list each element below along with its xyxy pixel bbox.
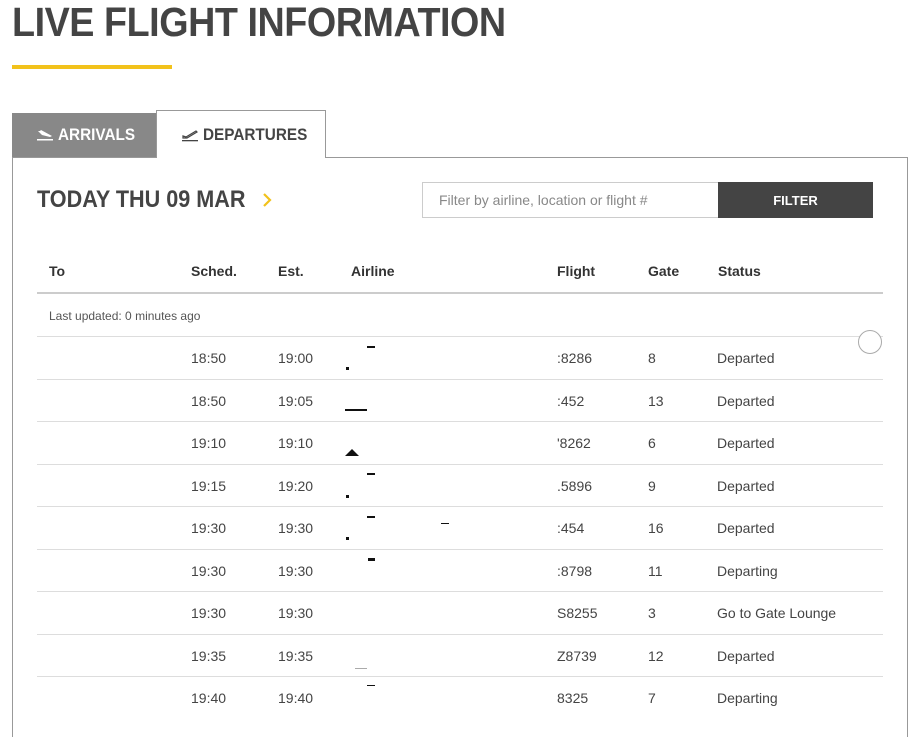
cell-sched: 19:15: [191, 477, 227, 494]
cell-gate: 16: [648, 520, 664, 536]
cell-status: Departed: [717, 520, 775, 536]
cell-est: 19:30: [278, 562, 314, 579]
cell-sched: 19:35: [191, 647, 227, 664]
flight-tabs: ARRIVALS DEPARTURES: [12, 110, 911, 158]
page-title: LIVE FLIGHT INFORMATION: [12, 0, 506, 45]
col-status: Status: [718, 263, 761, 279]
airline-logo: [341, 384, 541, 418]
cell-gate: 11: [648, 562, 663, 579]
table-header: To Sched. Est. Airline Flight Gate Statu…: [37, 250, 883, 294]
airline-logo: [341, 511, 541, 545]
date-heading[interactable]: TODAY THU 09 MAR: [37, 186, 273, 214]
cell-sched: 18:50: [191, 350, 227, 366]
filter-button[interactable]: FILTER: [718, 182, 873, 218]
cell-flight: :8286: [557, 350, 593, 366]
table-row[interactable]: 19:30 19:30 S8255 3 Go to Gate Lounge: [37, 591, 883, 634]
cell-est: 19:40: [278, 690, 314, 706]
cell-gate: 8: [648, 350, 656, 366]
table-row[interactable]: 19:35 19:35 Z8739 12 Departed: [37, 633, 883, 677]
airline-logo: [341, 596, 541, 630]
cell-est: 19:35: [278, 647, 314, 664]
last-updated: Last updated: 0 minutes ago: [49, 309, 201, 323]
chevron-right-icon[interactable]: [261, 191, 273, 209]
col-to: To: [49, 263, 66, 279]
tab-arrivals[interactable]: ARRIVALS: [12, 113, 157, 157]
airline-logo: [341, 554, 541, 588]
search-input[interactable]: [422, 182, 718, 218]
cell-est: 19:30: [278, 520, 314, 536]
cell-flight: :8798: [557, 562, 593, 579]
flights-table: 18:50 19:00 :8286 8 Departed 18:50 19:05…: [37, 336, 883, 719]
cell-status: Departed: [717, 647, 775, 664]
tab-departures[interactable]: DEPARTURES: [156, 110, 326, 158]
airline-logo: [341, 681, 541, 715]
scroll-indicator[interactable]: [858, 330, 882, 354]
airline-logo: [341, 426, 541, 460]
table-row[interactable]: 19:30 19:30 :8798 11 Departing: [37, 548, 883, 592]
plane-takeoff-icon: [182, 129, 198, 141]
cell-gate: 9: [648, 477, 656, 494]
table-row[interactable]: 19:10 19:10 '8262 6 Departed: [37, 421, 883, 464]
cell-status: Departed: [717, 350, 775, 366]
table-row[interactable]: 18:50 19:05 :452 13 Departed: [37, 378, 883, 422]
cell-sched: 18:50: [191, 392, 227, 409]
cell-flight: '8262: [557, 435, 591, 451]
cell-gate: 12: [648, 647, 664, 664]
cell-gate: 7: [648, 690, 656, 706]
cell-status: Departed: [717, 477, 775, 494]
cell-est: 19:05: [278, 392, 314, 409]
airline-logo: [341, 469, 541, 503]
col-sched: Sched.: [191, 263, 237, 279]
title-underline: [12, 65, 172, 69]
cell-gate: 13: [648, 392, 664, 409]
col-gate: Gate: [648, 263, 680, 279]
cell-flight: Z8739: [557, 647, 597, 664]
table-row[interactable]: 19:15 19:20 .5896 9 Departed: [37, 463, 883, 507]
cell-flight: S8255: [557, 605, 598, 621]
cell-flight: .5896: [557, 477, 593, 494]
table-row[interactable]: 18:50 19:00 :8286 8 Departed: [37, 336, 883, 379]
cell-sched: 19:30: [191, 520, 227, 536]
cell-status: Go to Gate Lounge: [717, 605, 837, 621]
col-est: Est.: [278, 263, 304, 279]
cell-flight: 8325: [557, 690, 589, 706]
cell-est: 19:00: [278, 350, 314, 366]
cell-est: 19:20: [278, 477, 314, 494]
cell-sched: 19:40: [191, 690, 227, 706]
cell-status: Departed: [717, 392, 775, 409]
date-heading-text: TODAY THU 09 MAR: [37, 186, 246, 213]
cell-gate: 3: [648, 605, 656, 621]
col-flight: Flight: [557, 263, 596, 279]
table-row[interactable]: 19:40 19:40 8325 7 Departing: [37, 676, 883, 719]
plane-landing-icon: [37, 130, 53, 141]
cell-status: Departing: [717, 562, 778, 579]
cell-est: 19:30: [278, 605, 314, 621]
cell-flight: :452: [557, 392, 585, 409]
cell-gate: 6: [648, 435, 656, 451]
cell-est: 19:10: [278, 435, 314, 451]
tab-departures-label: DEPARTURES: [203, 124, 308, 144]
airline-logo: [341, 639, 541, 673]
cell-status: Departing: [717, 690, 778, 706]
cell-status: Departed: [717, 435, 775, 451]
tab-arrivals-label: ARRIVALS: [58, 125, 136, 144]
table-row[interactable]: 19:30 19:30 :454 16 Departed: [37, 506, 883, 549]
cell-sched: 19:10: [191, 435, 227, 451]
cell-sched: 19:30: [191, 605, 227, 621]
cell-flight: :454: [557, 520, 585, 536]
cell-sched: 19:30: [191, 562, 227, 579]
col-airline: Airline: [351, 263, 395, 279]
airline-logo: [341, 341, 541, 375]
